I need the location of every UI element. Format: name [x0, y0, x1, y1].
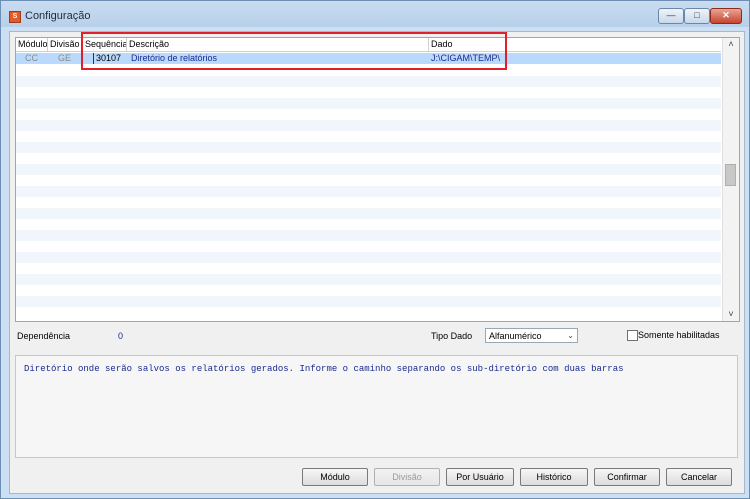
maximize-icon: □ — [694, 10, 700, 20]
table-row — [16, 120, 721, 131]
somente-habilitadas-checkbox[interactable] — [627, 330, 638, 341]
window-title: Configuração — [25, 10, 91, 22]
column-header-descricao[interactable]: Descrição — [127, 38, 429, 51]
close-icon: ✕ — [722, 10, 730, 20]
tipo-dado-label: Tipo Dado — [431, 331, 473, 341]
configuracao-window: S Configuração — □ ✕ Módulo Divisão Sequ… — [0, 0, 750, 499]
chevron-down-icon[interactable]: ⌄ — [567, 331, 574, 340]
table-row-selected[interactable]: CC GE 30107 Diretório de relatórios J:\C… — [16, 53, 721, 64]
cell-modulo: CC — [25, 53, 38, 63]
column-header-divisao[interactable]: Divisão — [48, 38, 83, 51]
client-area: Módulo Divisão Sequência Descrição Dado … — [9, 31, 745, 494]
table-row — [16, 76, 721, 87]
cell-sequencia[interactable]: 30107 — [93, 53, 127, 64]
dependencia-value: 0 — [118, 331, 124, 341]
modulo-button[interactable]: Módulo — [302, 468, 368, 486]
table-row — [16, 252, 721, 263]
cell-divisao: GE — [58, 53, 72, 63]
tipo-dado-value: Alfanumérico — [489, 331, 542, 341]
column-header-dado[interactable]: Dado — [429, 38, 721, 51]
description-memo[interactable]: Diretório onde serão salvos os relatório… — [15, 355, 738, 458]
scroll-up-icon[interactable]: ˄ — [723, 38, 739, 51]
scroll-down-icon[interactable]: ˅ — [723, 308, 739, 321]
minimize-button[interactable]: — — [658, 8, 684, 24]
cell-dado: J:\CIGAM\TEMP\ — [431, 53, 501, 63]
table-row — [16, 164, 721, 175]
table-row — [16, 274, 721, 285]
table-row — [16, 230, 721, 241]
column-header-modulo[interactable]: Módulo — [16, 38, 48, 51]
table-row — [16, 98, 721, 109]
description-text: Diretório onde serão salvos os relatório… — [24, 364, 624, 374]
dependencia-label: Dependência — [17, 331, 71, 341]
cell-descricao: Diretório de relatórios — [131, 53, 218, 63]
table-row — [16, 142, 721, 153]
cancelar-button[interactable]: Cancelar — [666, 468, 732, 486]
vertical-scrollbar[interactable]: ˄ ˅ — [722, 38, 739, 321]
config-grid[interactable]: Módulo Divisão Sequência Descrição Dado … — [15, 37, 740, 322]
scroll-thumb[interactable] — [725, 164, 736, 186]
tipo-dado-select[interactable]: Alfanumérico ⌄ — [485, 328, 578, 343]
grid-header: Módulo Divisão Sequência Descrição Dado — [16, 38, 721, 52]
maximize-button[interactable]: □ — [684, 8, 710, 24]
por-usuario-button[interactable]: Por Usuário — [446, 468, 514, 486]
app-icon: S — [9, 11, 21, 23]
historico-button[interactable]: Histórico — [520, 468, 588, 486]
confirmar-button[interactable]: Confirmar — [594, 468, 660, 486]
somente-habilitadas-label[interactable]: Somente habilitadas — [638, 330, 720, 340]
table-row — [16, 208, 721, 219]
title-bar[interactable]: S Configuração — □ ✕ — [1, 1, 749, 31]
minimize-icon: — — [666, 10, 676, 20]
close-button[interactable]: ✕ — [710, 8, 742, 24]
table-row — [16, 296, 721, 307]
column-header-sequencia[interactable]: Sequência — [83, 38, 127, 51]
divisao-button[interactable]: Divisão — [374, 468, 440, 486]
table-row — [16, 186, 721, 197]
